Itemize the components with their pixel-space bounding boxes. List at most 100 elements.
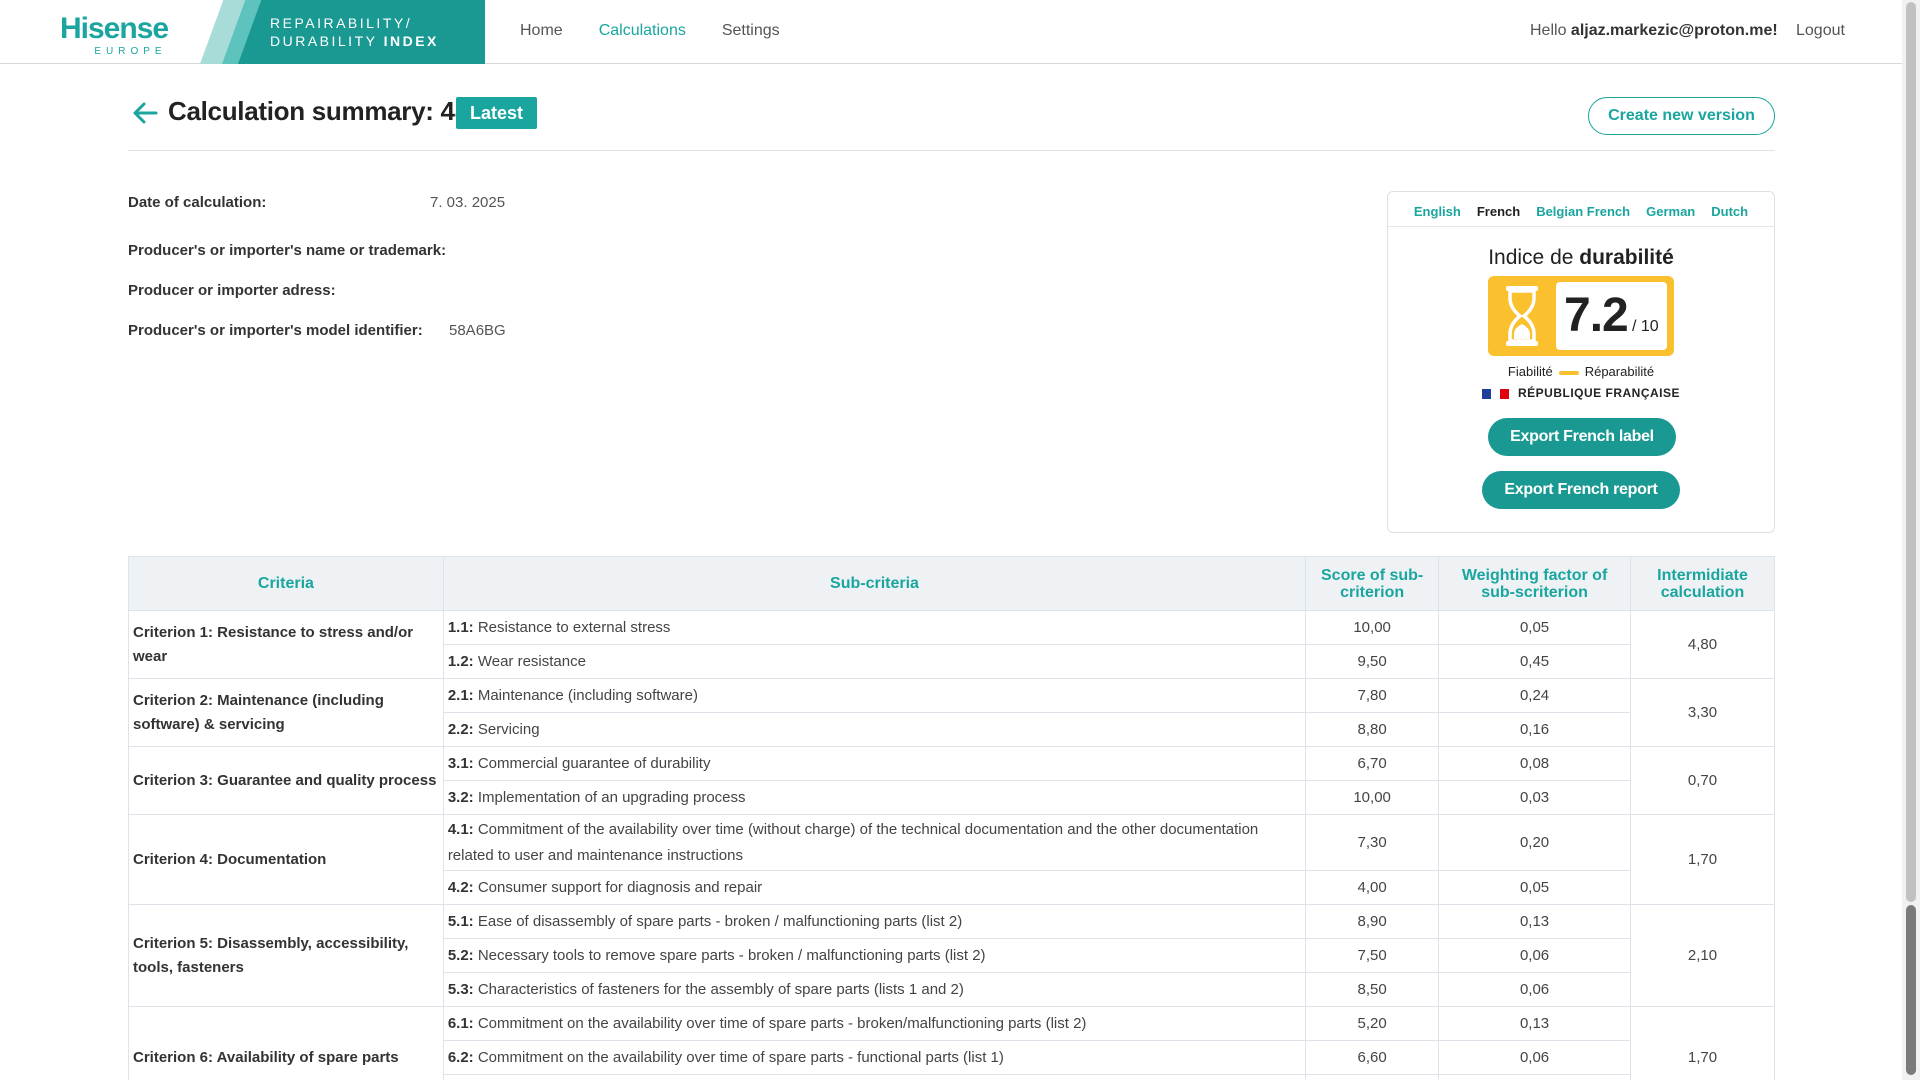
sub-criterion-cell: 3.2: Implementation of an upgrading proc… [442,780,1307,815]
export-french-label-button[interactable]: Export French label [1488,418,1676,456]
logo-text: Hisense [60,12,169,45]
sub-criterion-code: 1.2: [447,652,474,670]
criterion-cell: Criterion 6: Availability of spare parts [128,1006,444,1080]
score-cell: 6,60 [1305,1040,1440,1075]
score-cell: 8,90 [1305,904,1440,939]
header-sub-criteria: Sub-criteria [442,556,1307,611]
intermediate-cell: 2,10 [1630,904,1775,1007]
sub-criterion-text: Consumer support for diagnosis and repai… [477,878,763,896]
sub-criterion-code: 4.1: [447,820,474,838]
score-box: 7.2 / 10 [1488,276,1674,356]
language-tabs: English French Belgian French German Dut… [1388,192,1774,227]
legend-fiabilite: Fiabilité [1507,364,1553,379]
sub-criterion-code: 3.2: [447,788,474,806]
table-row: Criterion 6: Availability of spare parts… [128,1006,1775,1080]
sub-criterion-cell: 1.2: Wear resistance [442,644,1307,679]
model-value: 58A6BG [449,322,506,339]
nav-calculations[interactable]: Calculations [599,22,686,40]
sub-criterion-cell: 6.2: Commitment on the availability over… [442,1040,1307,1075]
tab-english[interactable]: English [1414,204,1461,226]
score-cell: 7,30 [1305,814,1440,871]
weight-cell: 0,06 [1438,972,1631,1007]
sub-criterion-cell: 2.1: Maintenance (including software) [442,678,1307,713]
legend-reparabilite: Réparabilité [1584,364,1655,379]
table-row: Criterion 3: Guarantee and quality proce… [128,746,1775,815]
weight-cell: 0,08 [1438,746,1631,781]
criterion-cell: Criterion 4: Documentation [128,814,444,905]
export-french-report-button[interactable]: Export French report [1482,471,1680,509]
tab-dutch[interactable]: Dutch [1711,204,1748,226]
scrollbar-thumb[interactable] [1906,2,1916,902]
banner-text: REPAIRABILITY/ DURABILITY INDEX [270,14,439,50]
score-cell [1305,1074,1440,1080]
durability-label-card: English French Belgian French German Dut… [1387,191,1775,533]
tab-belgian-french[interactable]: Belgian French [1536,204,1630,226]
score-cell: 9,50 [1305,644,1440,679]
user-email: aljaz.markezic@proton.me! [1570,22,1778,39]
sub-criterion-text: Maintenance (including software) [477,686,698,704]
score-cell: 10,00 [1305,610,1440,645]
weight-cell: 0,05 [1438,870,1631,905]
intermediate-cell: 1,70 [1630,814,1775,905]
republique-francaise: RÉPUBLIQUE FRANÇAISE [1388,386,1774,400]
sub-criterion-cell: 4.1: Commitment of the availability over… [442,814,1307,871]
weight-cell: 0,24 [1438,678,1631,713]
sub-criterion-text: Commitment on the availability over time… [477,1048,1004,1066]
intermediate-cell: 4,80 [1630,610,1775,679]
scrollbar[interactable] [1902,0,1920,1080]
back-arrow-icon[interactable] [130,98,160,128]
hisense-logo[interactable]: Hisense EUROPE [60,12,195,58]
criterion-cell: Criterion 2: Maintenance (including soft… [128,678,444,747]
tab-german[interactable]: German [1646,204,1695,226]
header-score: Score of sub-criterion [1305,556,1440,611]
criterion-cell: Criterion 3: Guarantee and quality proce… [128,746,444,815]
tab-french[interactable]: French [1477,204,1520,226]
index-banner: REPAIRABILITY/ DURABILITY INDEX [200,0,485,64]
label-title-a: Indice de [1488,246,1574,269]
sub-criterion-cell: 5.1: Ease of disassembly of spare parts … [442,904,1307,939]
sub-criterion-text: Characteristics of fasteners for the ass… [477,980,964,998]
sub-criterion-text: Implementation of an upgrading process [477,788,746,806]
logo-sub: EUROPE [94,46,167,57]
weight-cell: 0,13 [1438,904,1631,939]
create-new-version-button[interactable]: Create new version [1588,97,1775,135]
nav-settings[interactable]: Settings [722,22,780,40]
weight-cell: 0,45 [1438,644,1631,679]
producer-name-label: Producer's or importer's name or tradema… [128,242,447,259]
producer-address-label: Producer or importer adress: [128,282,336,299]
nav-home[interactable]: Home [520,22,563,40]
score-cell: 4,00 [1305,870,1440,905]
user-greeting: Hello aljaz.markezic@proton.me! [1530,22,1778,40]
criterion-cell: Criterion 5: Disassembly, accessibility,… [128,904,444,1007]
sub-criterion-cell: 5.3: Characteristics of fasteners for th… [442,972,1307,1007]
sub-criterion-code: 5.1: [447,912,474,930]
model-label: Producer's or importer's model identifie… [128,322,423,339]
score-cell: 8,50 [1305,972,1440,1007]
table-row: Criterion 4: Documentation 4.1: Commitmen… [128,814,1775,905]
weight-cell: 0,20 [1438,814,1631,871]
header-divider [128,150,1775,151]
sub-criterion-code: 5.2: [447,946,474,964]
sub-criterion-text: Ease of disassembly of spare parts - bro… [477,912,963,930]
latest-badge: Latest [456,97,538,129]
score-cell: 7,80 [1305,678,1440,713]
sub-criterion-text: Commitment on the availability over time… [477,1014,1087,1032]
sub-criterion-code: 6.2: [447,1048,474,1066]
sub-criterion-cell: 2.2: Servicing [442,712,1307,747]
weight-cell: 0,13 [1438,1006,1631,1041]
banner-line-2: DURABILITY INDEX [270,32,439,50]
sub-criterion-code: 4.2: [447,878,474,896]
french-flag-icon [1481,388,1510,400]
header-intermediate: Intermidiate calculation [1630,556,1775,611]
date-label: Date of calculation: [128,194,267,211]
label-legend: Fiabilité Réparabilité [1388,364,1774,379]
header-criteria: Criteria [128,556,444,611]
logout-link[interactable]: Logout [1796,22,1845,40]
weight-cell: 0,06 [1438,1040,1631,1075]
weight-cell [1438,1074,1631,1080]
weight-cell: 0,05 [1438,610,1631,645]
table-row: Criterion 1: Resistance to stress and/or… [128,610,1775,679]
sub-criterion-cell: 5.2: Necessary tools to remove spare par… [442,938,1307,973]
intermediate-cell: 0,70 [1630,746,1775,815]
table-row: Criterion 2: Maintenance (including soft… [128,678,1775,747]
